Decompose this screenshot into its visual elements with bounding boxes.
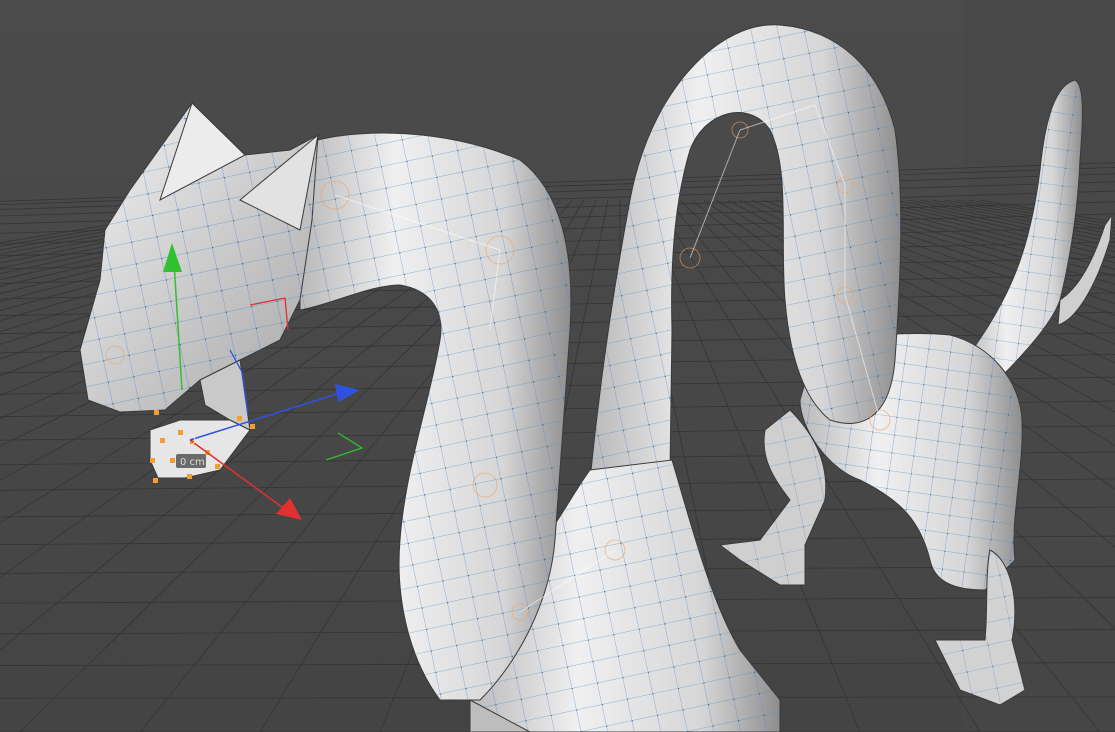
- 3d-viewport[interactable]: 0 cm: [0, 0, 1115, 732]
- distance-readout-text: 0 cm: [180, 457, 205, 468]
- distance-readout: 0 cm: [176, 454, 206, 468]
